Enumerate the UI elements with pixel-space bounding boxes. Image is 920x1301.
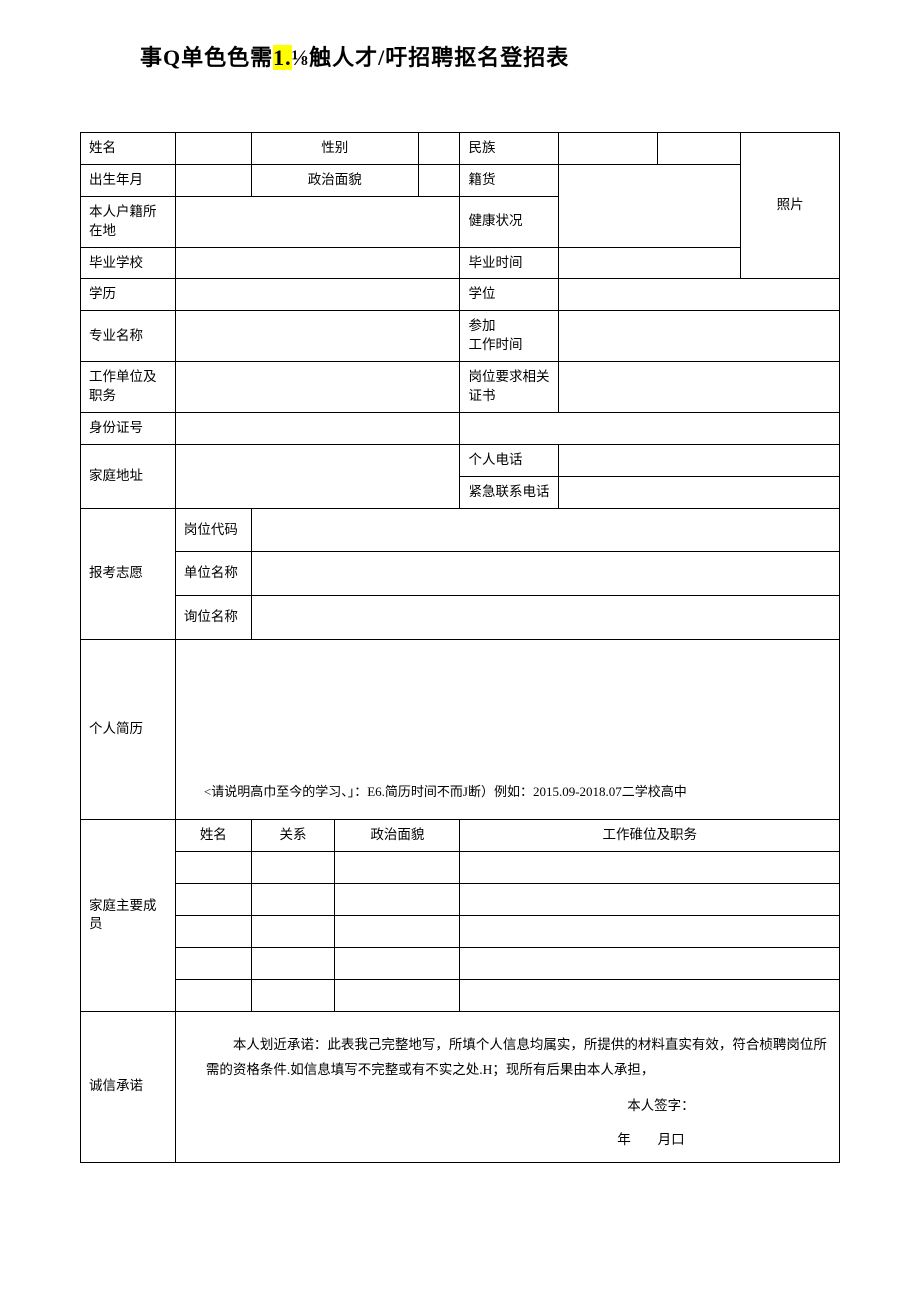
label-gender: 性别 xyxy=(251,133,418,165)
field-hukou[interactable] xyxy=(175,196,460,247)
fam-header-pol: 政治面貌 xyxy=(335,820,460,852)
label-health: 健康状况 xyxy=(460,196,559,247)
label-degree: 学位 xyxy=(460,279,559,311)
field-work-unit[interactable] xyxy=(175,362,460,413)
pledge-cell: 本人划近承诺：此表我己完整地写，所填个人信息均属实，所提供的材料直实有效，符合桢… xyxy=(175,1011,839,1163)
field-post-code[interactable] xyxy=(251,508,839,552)
field-resume[interactable]: <请说明高巾至今的学习、」：E6.简历时间不而J断）例如：2015.09-201… xyxy=(175,640,839,820)
registration-form: 姓名 性别 民族 照片 出生年月 政治面貌 籍货 本人户籍所在地 健康状况 毕业… xyxy=(80,132,840,1163)
fam-rel-4[interactable] xyxy=(251,947,334,979)
fam-rel-5[interactable] xyxy=(251,979,334,1011)
fam-pol-3[interactable] xyxy=(335,915,460,947)
field-emerg[interactable] xyxy=(559,476,840,508)
pledge-text: 本人划近承诺：此表我己完整地写，所填个人信息均属实，所提供的材料直实有效，符合桢… xyxy=(206,1032,829,1083)
fam-work-3[interactable] xyxy=(460,915,840,947)
field-birth[interactable] xyxy=(175,164,251,196)
fam-header-work: 工作碓位及职务 xyxy=(460,820,840,852)
label-family: 家庭主要成员 xyxy=(81,820,176,1011)
field-unit-name[interactable] xyxy=(251,552,839,596)
label-resume: 个人简历 xyxy=(81,640,176,820)
fam-name-1[interactable] xyxy=(175,852,251,884)
label-grad-school: 毕业学校 xyxy=(81,247,176,279)
label-hukou: 本人户籍所在地 xyxy=(81,196,176,247)
photo-cell[interactable]: 照片 xyxy=(741,133,840,279)
label-major: 专业名称 xyxy=(81,311,176,362)
label-post-name: 询位名称 xyxy=(175,596,251,640)
fam-work-5[interactable] xyxy=(460,979,840,1011)
field-grad-school[interactable] xyxy=(175,247,460,279)
label-apply: 报考志愿 xyxy=(81,508,176,640)
label-grad-time: 毕业时间 xyxy=(460,247,559,279)
field-edu[interactable] xyxy=(175,279,460,311)
label-ethnic: 民族 xyxy=(460,133,559,165)
fam-rel-1[interactable] xyxy=(251,852,334,884)
field-grad-time[interactable] xyxy=(559,247,741,279)
fam-name-4[interactable] xyxy=(175,947,251,979)
table-row xyxy=(81,915,840,947)
fam-pol-2[interactable] xyxy=(335,884,460,916)
fam-name-5[interactable] xyxy=(175,979,251,1011)
field-idno-extra[interactable] xyxy=(460,412,840,444)
table-row xyxy=(81,852,840,884)
label-name: 姓名 xyxy=(81,133,176,165)
field-degree[interactable] xyxy=(559,279,840,311)
table-row xyxy=(81,979,840,1011)
field-post-name[interactable] xyxy=(251,596,839,640)
date-label: 年 月口 xyxy=(206,1127,829,1153)
label-idno: 身份证号 xyxy=(81,412,176,444)
field-ethnic[interactable] xyxy=(559,133,658,165)
field-phone[interactable] xyxy=(559,444,840,476)
label-cert: 岗位要求相关证书 xyxy=(460,362,559,413)
fam-work-4[interactable] xyxy=(460,947,840,979)
fam-header-rel: 关系 xyxy=(251,820,334,852)
page-title: 事Q单色色需1.⅛触人才/吁招聘抠名登招表 xyxy=(140,40,840,72)
field-gender[interactable] xyxy=(418,133,460,165)
label-politic: 政治面貌 xyxy=(251,164,418,196)
label-phone: 个人电话 xyxy=(460,444,559,476)
fam-name-3[interactable] xyxy=(175,915,251,947)
fam-work-2[interactable] xyxy=(460,884,840,916)
field-major[interactable] xyxy=(175,311,460,362)
fam-pol-1[interactable] xyxy=(335,852,460,884)
table-row xyxy=(81,947,840,979)
field-politic[interactable] xyxy=(418,164,460,196)
label-post-code: 岗位代码 xyxy=(175,508,251,552)
field-huo[interactable] xyxy=(559,164,741,247)
field-idno[interactable] xyxy=(175,412,460,444)
fam-rel-3[interactable] xyxy=(251,915,334,947)
fam-rel-2[interactable] xyxy=(251,884,334,916)
label-emerg: 紧急联系电话 xyxy=(460,476,559,508)
fam-pol-5[interactable] xyxy=(335,979,460,1011)
fam-work-1[interactable] xyxy=(460,852,840,884)
fam-pol-4[interactable] xyxy=(335,947,460,979)
field-addr[interactable] xyxy=(175,444,460,508)
table-row xyxy=(81,884,840,916)
field-work-start[interactable] xyxy=(559,311,840,362)
label-work-start: 参加 工作时间 xyxy=(460,311,559,362)
signature-label: 本人签字： xyxy=(206,1093,829,1119)
label-huo: 籍货 xyxy=(460,164,559,196)
label-edu: 学历 xyxy=(81,279,176,311)
label-addr: 家庭地址 xyxy=(81,444,176,508)
label-pledge: 诚信承诺 xyxy=(81,1011,176,1163)
fam-name-2[interactable] xyxy=(175,884,251,916)
field-name[interactable] xyxy=(175,133,251,165)
fam-header-name: 姓名 xyxy=(175,820,251,852)
label-work-unit: 工作单位及职务 xyxy=(81,362,176,413)
label-unit-name: 单位名称 xyxy=(175,552,251,596)
field-cert[interactable] xyxy=(559,362,840,413)
field-blank-a[interactable] xyxy=(657,133,740,165)
label-birth: 出生年月 xyxy=(81,164,176,196)
